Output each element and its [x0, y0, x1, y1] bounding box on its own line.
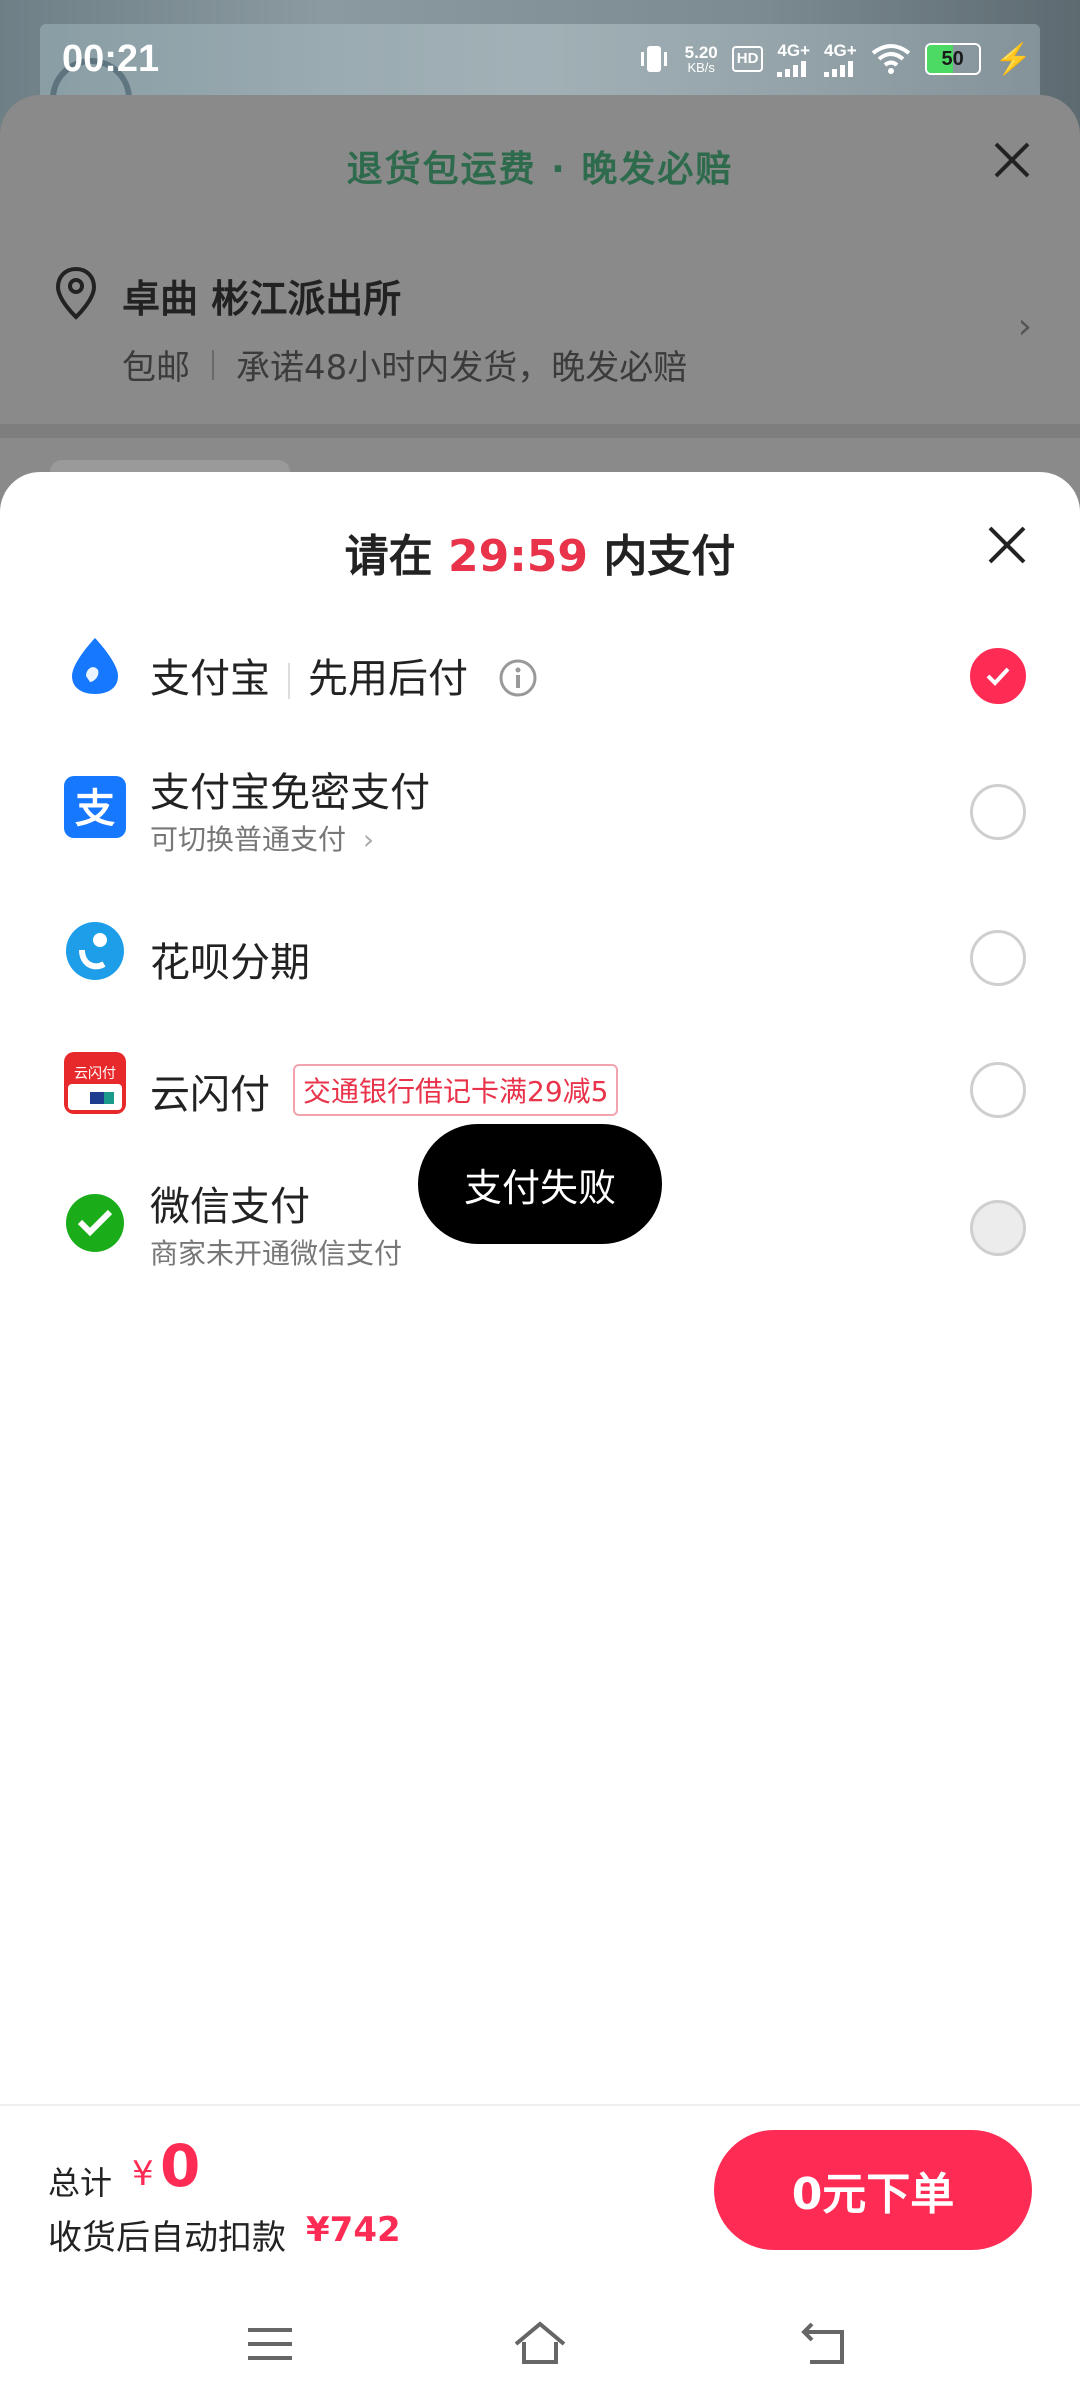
payment-method-alipay-later[interactable]: 支付宝 先用后付: [0, 622, 1080, 722]
return-shipping-banner: 退货包运费 · 晚发必赔: [346, 149, 734, 190]
home-icon[interactable]: [512, 2316, 568, 2372]
chevron-right-icon: ›: [362, 823, 375, 856]
radio-checked[interactable]: [970, 648, 1026, 704]
payment-method-unionpay[interactable]: 云闪付 云闪付 交通银行借记卡满29减5: [0, 1034, 1080, 1134]
chevron-right-icon[interactable]: ›: [1018, 306, 1032, 347]
free-shipping-label: 包邮: [122, 348, 190, 388]
signal-1-label: 4G+: [777, 40, 811, 60]
wifi-icon: [871, 44, 910, 74]
info-icon[interactable]: [498, 658, 538, 698]
alipay-icon: 支: [64, 776, 126, 838]
status-time: 00:21: [62, 38, 160, 80]
radio-disabled: [970, 1200, 1026, 1256]
deduct-label: 收货后自动扣款: [48, 2218, 286, 2258]
section-divider: [0, 424, 1080, 438]
promo-tag: 交通银行借记卡满29减5: [293, 1064, 619, 1116]
delivery-address[interactable]: 卓曲 彬江派出所: [122, 268, 401, 323]
payment-method-huabei[interactable]: 花呗分期: [0, 902, 1080, 1002]
close-icon[interactable]: [990, 138, 1034, 182]
payment-method-alipay-free[interactable]: 支 支付宝免密支付 可切换普通支付 ›: [0, 752, 1080, 872]
net-speed-value: 5.20: [684, 43, 718, 62]
switch-normal-pay-link[interactable]: 可切换普通支付 ›: [150, 818, 374, 858]
alipay-label: 支付宝: [150, 656, 270, 702]
system-nav-bar: [0, 2280, 1080, 2400]
signal-1: 4G+: [777, 42, 810, 77]
radio-unchecked[interactable]: [970, 784, 1026, 840]
status-icons: 5.20 KB/s HD 4G+ 4G+ 50 ⚡: [637, 34, 1032, 84]
method-sublabel: 可切换普通支付: [150, 823, 347, 856]
signal-2: 4G+: [824, 42, 857, 77]
title-prefix: 请在: [344, 531, 433, 582]
method-sublabel: 商家未开通微信支付: [150, 1237, 403, 1270]
close-icon[interactable]: [984, 522, 1030, 568]
place-order-button[interactable]: 0元下单: [714, 2130, 1032, 2250]
huabei-icon: [66, 922, 124, 980]
total-amount: 0: [160, 2132, 201, 2200]
net-speed: 5.20 KB/s: [685, 44, 718, 74]
hd-badge: HD: [731, 46, 764, 72]
radio-unchecked[interactable]: [970, 930, 1026, 986]
method-label: 支付宝免密支付: [150, 770, 430, 816]
signal-bars-icon: [824, 60, 854, 77]
title-suffix: 内支付: [603, 531, 736, 582]
svg-text:云闪付: 云闪付: [74, 1066, 116, 1082]
radio-unchecked[interactable]: [970, 1062, 1026, 1118]
svg-text:支: 支: [75, 786, 115, 832]
footer-divider: [0, 2104, 1080, 2106]
total-currency: ¥: [132, 2154, 154, 2194]
pay-later-label: 先用后付: [308, 656, 468, 702]
wechat-pay-icon: [66, 1194, 124, 1252]
back-icon[interactable]: [796, 2316, 852, 2372]
total-label: 总计: [48, 2164, 113, 2202]
shipping-info: 包邮 承诺48小时内发货，晚发必赔: [122, 340, 687, 389]
alipay-drop-icon: [72, 638, 118, 694]
method-label: 云闪付: [150, 1072, 270, 1118]
deduct-amount: ¥742: [306, 2210, 401, 2250]
method-label: 支付宝 先用后付: [150, 646, 468, 704]
divider: [288, 663, 290, 699]
checkmark-icon: [986, 667, 1010, 686]
location-pin-icon: [55, 266, 97, 320]
signal-2-label: 4G+: [824, 40, 857, 60]
battery-indicator: 50: [924, 43, 981, 75]
unionpay-icon: 云闪付: [64, 1052, 126, 1114]
payment-sheet: 请在 29:59 内支付 支付宝 先用后付 支 支付宝免密支付 可切换普通支付 …: [0, 472, 1080, 2400]
shipping-promise: 承诺48小时内发货，晚发必赔: [236, 348, 688, 388]
payment-countdown: 29:59: [447, 531, 589, 582]
divider: [212, 349, 214, 380]
menu-icon[interactable]: [242, 2316, 298, 2372]
method-label: 微信支付: [150, 1184, 310, 1230]
payment-title: 请在 29:59 内支付: [0, 520, 1080, 584]
method-label: 花呗分期: [150, 940, 310, 986]
signal-bars-icon: [777, 60, 807, 77]
battery-level: 50: [941, 47, 964, 70]
net-speed-unit: KB/s: [687, 60, 715, 75]
vibrate-icon: [640, 46, 667, 72]
toast-message: 支付失败: [418, 1124, 662, 1244]
charging-icon: ⚡: [994, 42, 1032, 76]
